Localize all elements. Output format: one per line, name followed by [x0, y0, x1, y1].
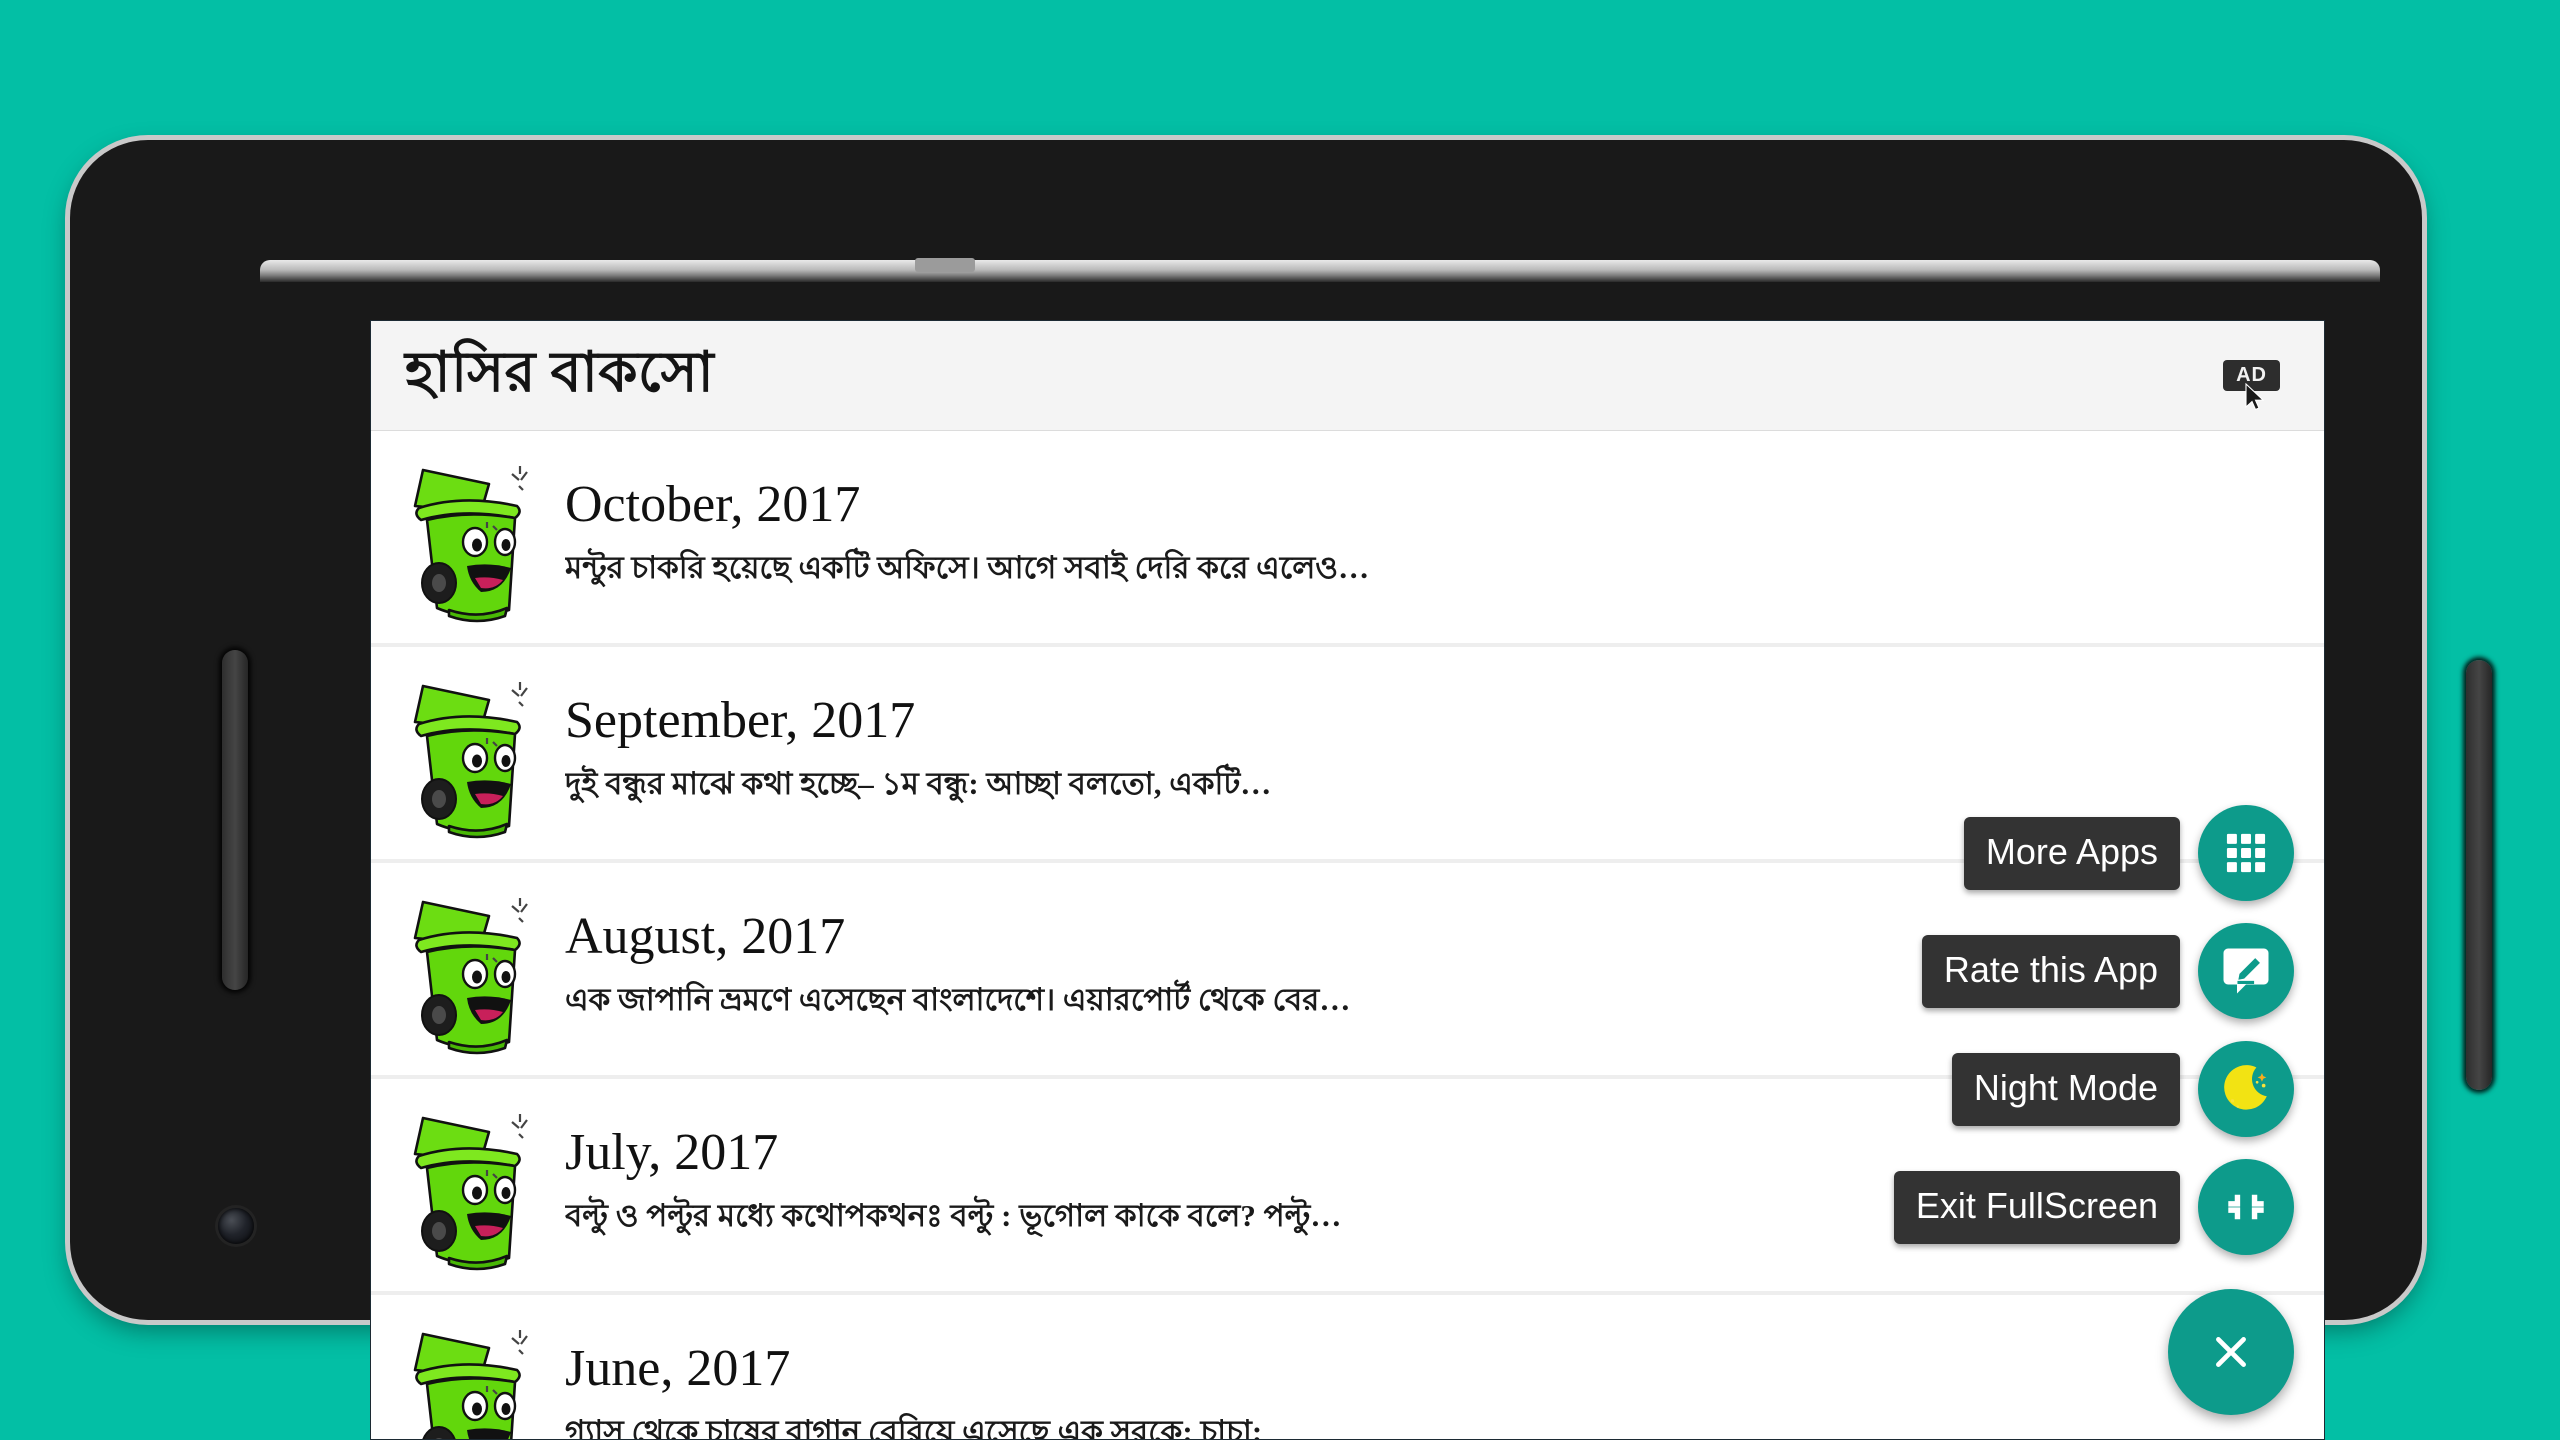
power-button[interactable] [2466, 660, 2492, 1090]
phone-top-speaker-nub [915, 258, 975, 272]
green-trash-bin-mascot-icon [413, 681, 528, 838]
list-item-snippet: গ্যাস থেকে চাষের বাগান বেরিয়ে এসেছে এক … [565, 1414, 1263, 1440]
list-item-text: August, 2017 এক জাপানি ভ্রমণে এসেছেন বাং… [565, 907, 1351, 1029]
list-item-title: August, 2017 [565, 907, 846, 965]
app-bar: হাসির বাকসো AD [371, 321, 2324, 431]
list-item-title: September, 2017 [565, 691, 916, 749]
fab-action-night-mode[interactable]: Night Mode [1951, 1041, 2294, 1137]
floating-action-menu[interactable]: More Apps Rate this App Night Mode Exit … [1893, 805, 2294, 1415]
phone-screen: হাসির বাকসো AD October, 2017 মন্টুর চাকর… [370, 320, 2325, 1440]
fab-action-more-apps[interactable]: More Apps [1963, 805, 2294, 901]
green-trash-bin-mascot-icon [413, 1329, 528, 1439]
list-item-text: September, 2017 দুই বন্ধুর মাঝে কথা হচ্ছ… [565, 691, 1272, 813]
more-apps-button[interactable] [2198, 805, 2294, 901]
apps-grid-icon [2226, 833, 2266, 873]
list-item-text: October, 2017 মন্টুর চাকরি হয়েছে একটি অ… [565, 475, 1370, 597]
green-trash-bin-mascot-icon [413, 1113, 528, 1270]
fab-action-rate-this-app[interactable]: Rate this App [1921, 923, 2294, 1019]
exit-fullscreen-button[interactable] [2198, 1159, 2294, 1255]
rate-review-icon [2223, 948, 2269, 994]
crescent-moon-icon [2224, 1065, 2267, 1110]
phone-device-frame: হাসির বাকসো AD October, 2017 মন্টুর চাকর… [70, 140, 2492, 1440]
close-x-icon [2216, 1337, 2246, 1367]
page-title: হাসির বাকসো [405, 341, 715, 404]
front-camera-lens-icon [218, 1208, 254, 1244]
phone-top-chassis-lip [260, 260, 2380, 282]
ad-badge-container[interactable]: AD [2223, 360, 2290, 411]
list-item-title: June, 2017 [565, 1339, 791, 1397]
mouse-cursor-icon [2245, 383, 2265, 411]
list-item-title: October, 2017 [565, 475, 861, 533]
list-item-snippet: এক জাপানি ভ্রমণে এসেছেন বাংলাদেশে। এয়ার… [565, 982, 1351, 1018]
close-fab-menu-button[interactable] [2168, 1289, 2294, 1415]
fab-action-exit-fullscreen[interactable]: Exit FullScreen [1893, 1159, 2294, 1255]
list-item-snippet: মন্টুর চাকরি হয়েছে একটি অফিসে। আগে সবাই… [565, 550, 1370, 586]
list-item-snippet: দুই বন্ধুর মাঝে কথা হচ্ছে– ১ম বন্ধু: আচ্… [565, 766, 1272, 802]
volume-rocker-button[interactable] [222, 650, 248, 990]
fullscreen-exit-icon [2228, 1194, 2264, 1220]
list-item-title: July, 2017 [565, 1123, 779, 1181]
list-item[interactable]: October, 2017 মন্টুর চাকরি হয়েছে একটি অ… [371, 431, 2324, 647]
fab-label-rate-this-app[interactable]: Rate this App [1921, 934, 2180, 1008]
green-trash-bin-mascot-icon [413, 465, 528, 622]
fab-label-night-mode[interactable]: Night Mode [1951, 1052, 2180, 1126]
list-item-text: July, 2017 বল্টু ও পল্টুর মধ্যে কথোপকথনঃ… [565, 1123, 1342, 1245]
night-mode-button[interactable] [2198, 1041, 2294, 1137]
list-item-text: June, 2017 গ্যাস থেকে চাষের বাগান বেরিয়… [565, 1339, 1263, 1440]
fab-label-more-apps[interactable]: More Apps [1963, 816, 2180, 890]
green-trash-bin-mascot-icon [413, 897, 528, 1054]
fab-label-exit-fullscreen[interactable]: Exit FullScreen [1893, 1170, 2180, 1244]
rate-this-app-button[interactable] [2198, 923, 2294, 1019]
list-item-snippet: বল্টু ও পল্টুর মধ্যে কথোপকথনঃ বল্টু : ভূ… [565, 1198, 1342, 1234]
